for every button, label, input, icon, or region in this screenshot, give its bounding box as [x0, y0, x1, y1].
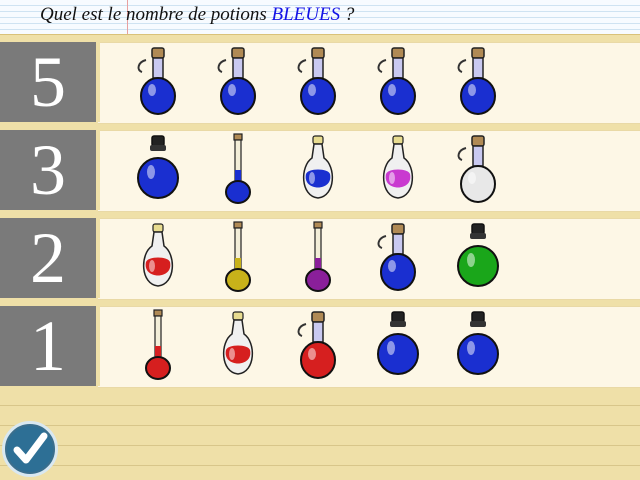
answer-button[interactable]: 3	[0, 130, 96, 210]
question-text: Quel est le nombre de potions BLEUES ?	[40, 4, 354, 26]
potion-red-pear	[143, 223, 173, 287]
row-separator	[96, 306, 100, 386]
potion-blue-flask	[297, 47, 336, 115]
potion-blue-flask	[377, 223, 416, 291]
answer-row: 5	[0, 42, 640, 124]
row-separator	[96, 130, 100, 210]
potion-blue-flask	[457, 47, 496, 115]
checkmark-icon	[13, 432, 48, 464]
answer-button[interactable]: 2	[0, 218, 96, 298]
potion-blue-round	[137, 135, 179, 199]
row-separator	[96, 42, 100, 122]
answer-row: 2	[0, 218, 640, 300]
answer-button[interactable]: 5	[0, 42, 96, 122]
answer-row: 3	[0, 130, 640, 212]
potion-blue-flask	[137, 47, 176, 115]
potion-green-round	[457, 223, 499, 287]
potion-red-flask	[297, 311, 336, 379]
potion-blue-tube	[225, 133, 251, 204]
potion-blue-pear	[303, 135, 333, 199]
potion-purple-tube	[305, 221, 331, 292]
validate-button[interactable]	[2, 421, 58, 477]
lined-paper	[0, 386, 640, 480]
question-suffix: ?	[340, 4, 355, 25]
potion-magenta-pear	[383, 135, 413, 199]
potion-blue-round	[377, 311, 419, 375]
potion-blue-round	[457, 311, 499, 375]
potion-blue-flask	[217, 47, 256, 115]
potion-red-tube	[145, 309, 171, 380]
answer-row: 1	[0, 306, 640, 388]
question-highlight: BLEUES	[271, 4, 341, 25]
answer-button[interactable]: 1	[0, 306, 96, 386]
potion-blue-flask	[377, 47, 416, 115]
question-paper: Quel est le nombre de potions BLEUES ?	[0, 0, 640, 35]
potion-yellow-tube	[225, 221, 251, 292]
potion-white-flask	[457, 135, 496, 203]
question-prefix: Quel est le nombre de potions	[40, 4, 272, 25]
potion-red-pear	[223, 311, 253, 375]
row-separator	[96, 218, 100, 298]
